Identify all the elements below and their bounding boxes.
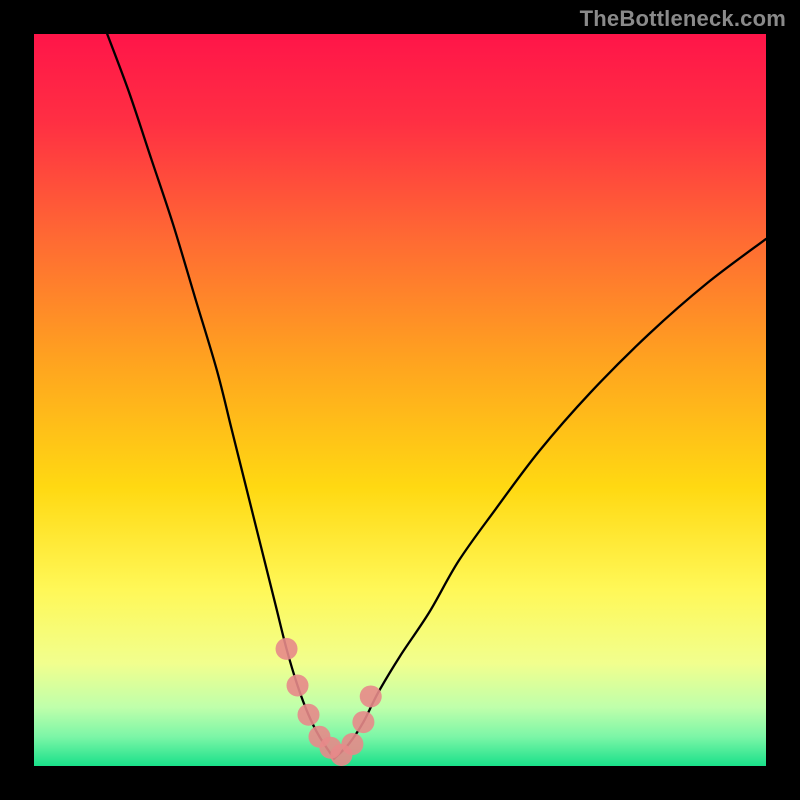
chart-frame: TheBottleneck.com xyxy=(0,0,800,800)
background-gradient xyxy=(34,34,766,766)
plot-area xyxy=(34,34,766,766)
watermark-text: TheBottleneck.com xyxy=(580,6,786,32)
